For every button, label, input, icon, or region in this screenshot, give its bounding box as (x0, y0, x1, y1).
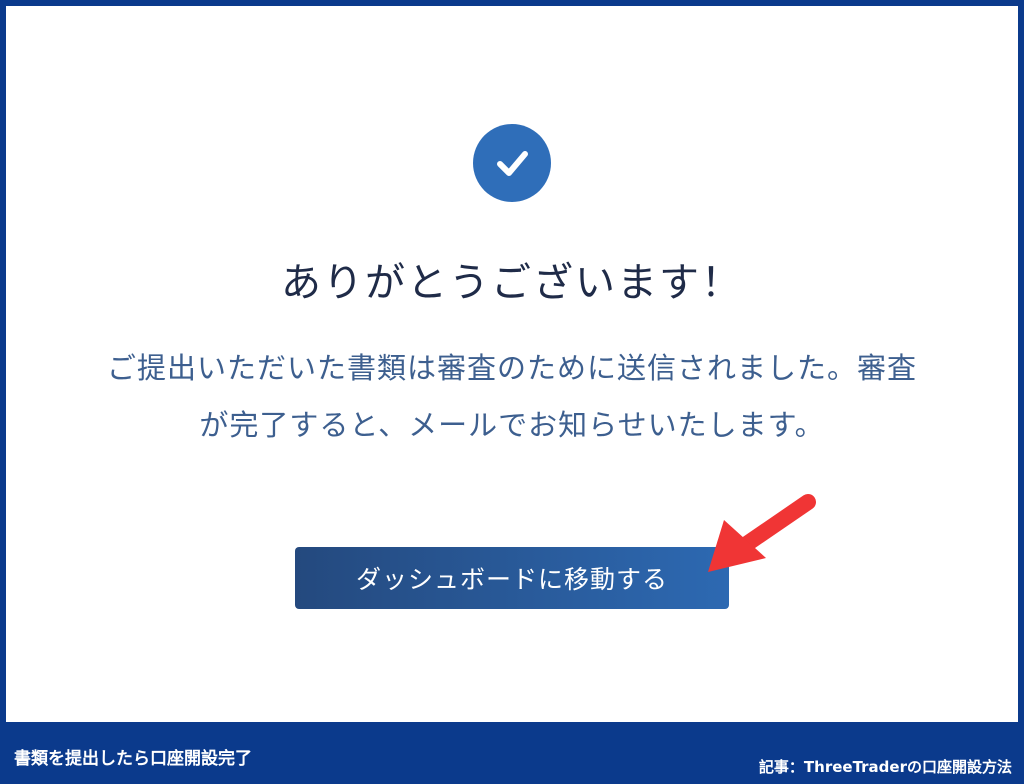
red-arrow-icon (708, 494, 816, 572)
caption-left: 書類を提出したら口座開設完了 (14, 749, 252, 769)
go-to-dashboard-button[interactable]: ダッシュボードに移動する (295, 547, 729, 609)
check-circle-icon (473, 124, 551, 202)
submission-message: ご提出いただいた書類は審査のために送信されました。審査が完了すると、メールでお知… (106, 351, 917, 442)
caption-bar: 書類を提出したら口座開設完了 記事：ThreeTraderの口座開設方法 (0, 722, 1024, 784)
thank-you-title: ありがとうございます！ (281, 260, 743, 306)
caption-right: 記事：ThreeTraderの口座開設方法 (758, 758, 1012, 776)
